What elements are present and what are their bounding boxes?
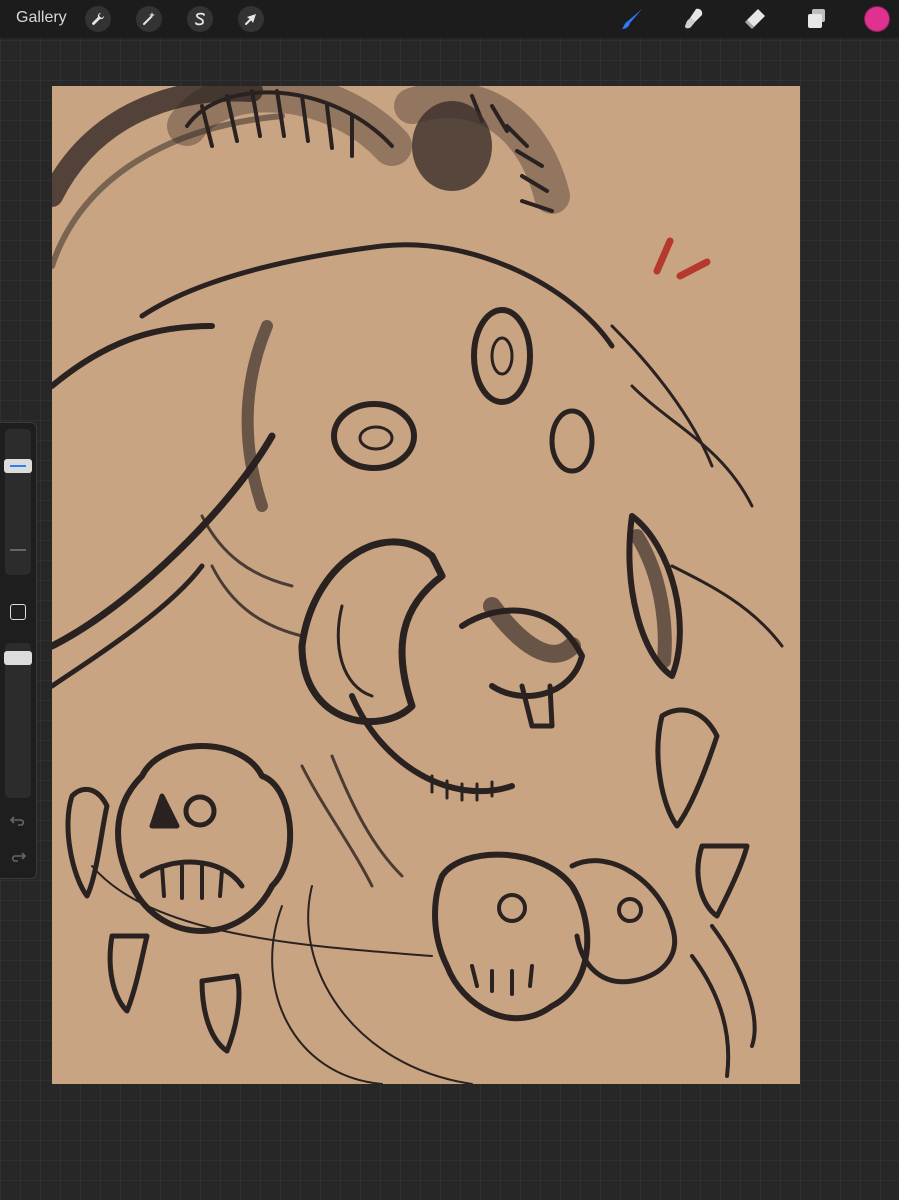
sidebar (0, 422, 37, 879)
color-button[interactable] (864, 6, 890, 32)
smudge-icon (685, 8, 703, 29)
transform-button[interactable] (238, 6, 264, 32)
selection-s-icon (195, 12, 205, 26)
goat-sketch-artwork (52, 86, 784, 1084)
brush-size-slider[interactable] (4, 429, 32, 575)
eraser-button[interactable] (741, 5, 769, 33)
brush-button[interactable] (618, 5, 646, 33)
drawing-canvas[interactable] (52, 86, 800, 1084)
brush-size-thumb[interactable] (4, 459, 32, 473)
adjustments-button[interactable] (136, 6, 162, 32)
undo-icon (9, 816, 25, 826)
brush-icon (622, 9, 642, 29)
opacity-thumb[interactable] (4, 651, 32, 665)
eraser-icon (745, 9, 765, 29)
modify-button[interactable] (10, 604, 26, 620)
redo-icon (11, 852, 27, 862)
arrow-cursor-icon (245, 14, 256, 25)
selection-button[interactable] (187, 6, 213, 32)
gallery-button[interactable]: Gallery (16, 9, 67, 27)
smudge-button[interactable] (680, 5, 708, 33)
layers-icon (808, 9, 825, 28)
undo-button[interactable] (9, 811, 27, 829)
opacity-slider[interactable] (4, 643, 32, 798)
actions-button[interactable] (85, 6, 111, 32)
top-toolbar: Gallery (0, 0, 899, 38)
magic-wand-icon (143, 12, 155, 25)
redo-button[interactable] (9, 847, 27, 865)
layers-button[interactable] (802, 5, 830, 33)
wrench-icon (92, 12, 105, 25)
